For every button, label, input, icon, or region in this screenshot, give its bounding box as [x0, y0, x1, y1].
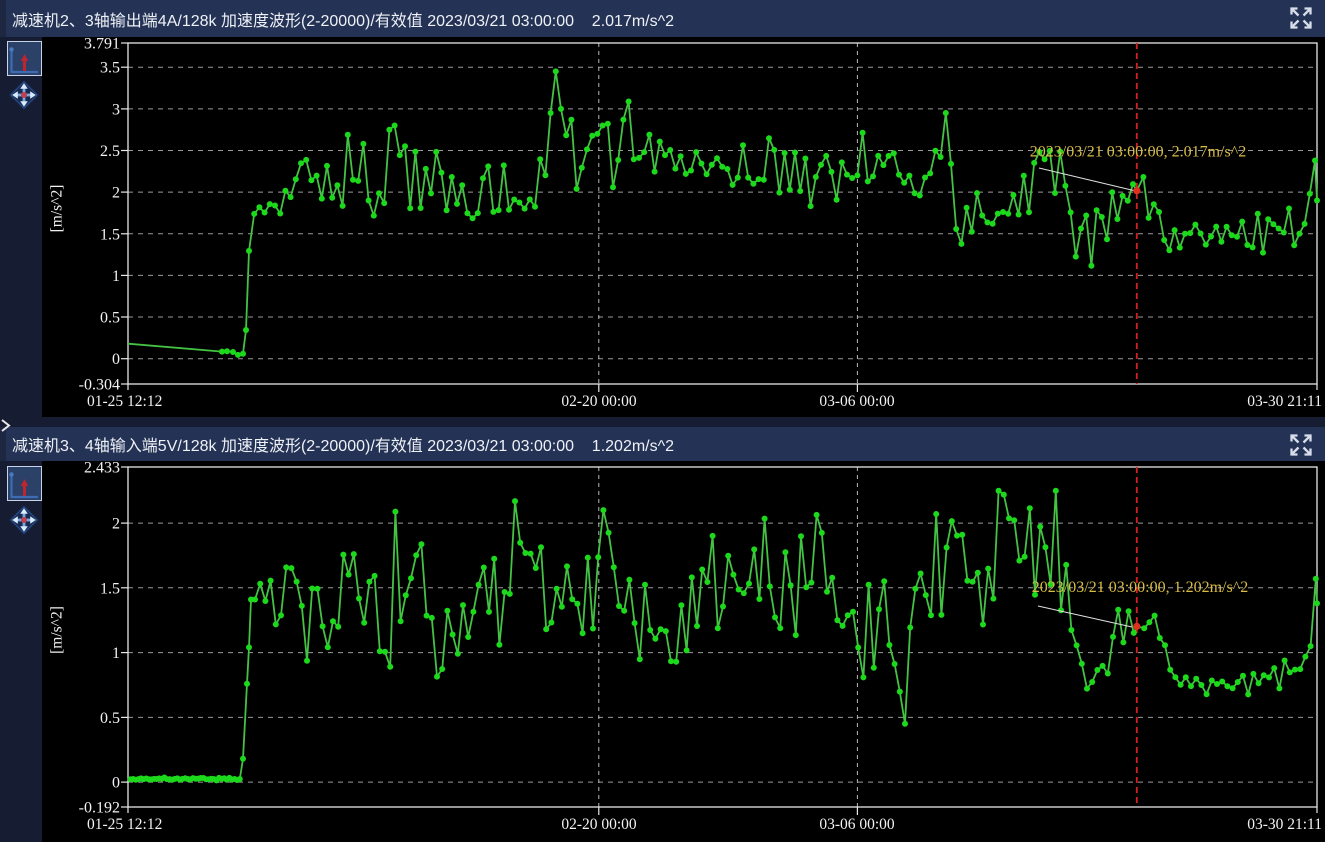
svg-text:03-06 00:00: 03-06 00:00: [819, 816, 895, 833]
svg-text:[m/s^2]: [m/s^2]: [49, 606, 66, 654]
svg-text:3.791: 3.791: [84, 37, 120, 53]
svg-text:01-25 12:12: 01-25 12:12: [87, 816, 162, 833]
svg-text:3.5: 3.5: [100, 60, 120, 77]
svg-text:3: 3: [112, 101, 120, 118]
svg-text:0: 0: [112, 351, 120, 368]
svg-text:0: 0: [112, 775, 120, 792]
svg-text:2: 2: [112, 516, 120, 533]
svg-text:2023/03/21 03:00:00, 2.017m/s^: 2023/03/21 03:00:00, 2.017m/s^2: [1030, 144, 1246, 161]
svg-text:01-25 12:12: 01-25 12:12: [87, 393, 162, 410]
svg-text:[m/s^2]: [m/s^2]: [49, 185, 66, 233]
svg-text:1.5: 1.5: [100, 580, 120, 597]
svg-text:2023/03/21 03:00:00, 1.202m/s^: 2023/03/21 03:00:00, 1.202m/s^2: [1032, 579, 1248, 596]
svg-text:03-30 21:11: 03-30 21:11: [1247, 816, 1322, 833]
svg-text:02-20 00:00: 02-20 00:00: [561, 393, 637, 410]
svg-text:2.5: 2.5: [100, 143, 120, 160]
svg-text:03-30 21:11: 03-30 21:11: [1247, 393, 1322, 410]
svg-text:1: 1: [112, 268, 120, 285]
svg-text:02-20 00:00: 02-20 00:00: [561, 816, 637, 833]
svg-text:1: 1: [112, 645, 120, 662]
svg-text:0.5: 0.5: [100, 310, 120, 327]
svg-text:2.433: 2.433: [84, 461, 120, 477]
svg-text:2: 2: [112, 185, 120, 202]
svg-text:03-06 00:00: 03-06 00:00: [819, 393, 895, 410]
svg-text:1.5: 1.5: [100, 226, 120, 243]
svg-text:0.5: 0.5: [100, 710, 120, 727]
svg-text:-0.192: -0.192: [79, 800, 120, 817]
svg-text:-0.304: -0.304: [79, 377, 120, 394]
